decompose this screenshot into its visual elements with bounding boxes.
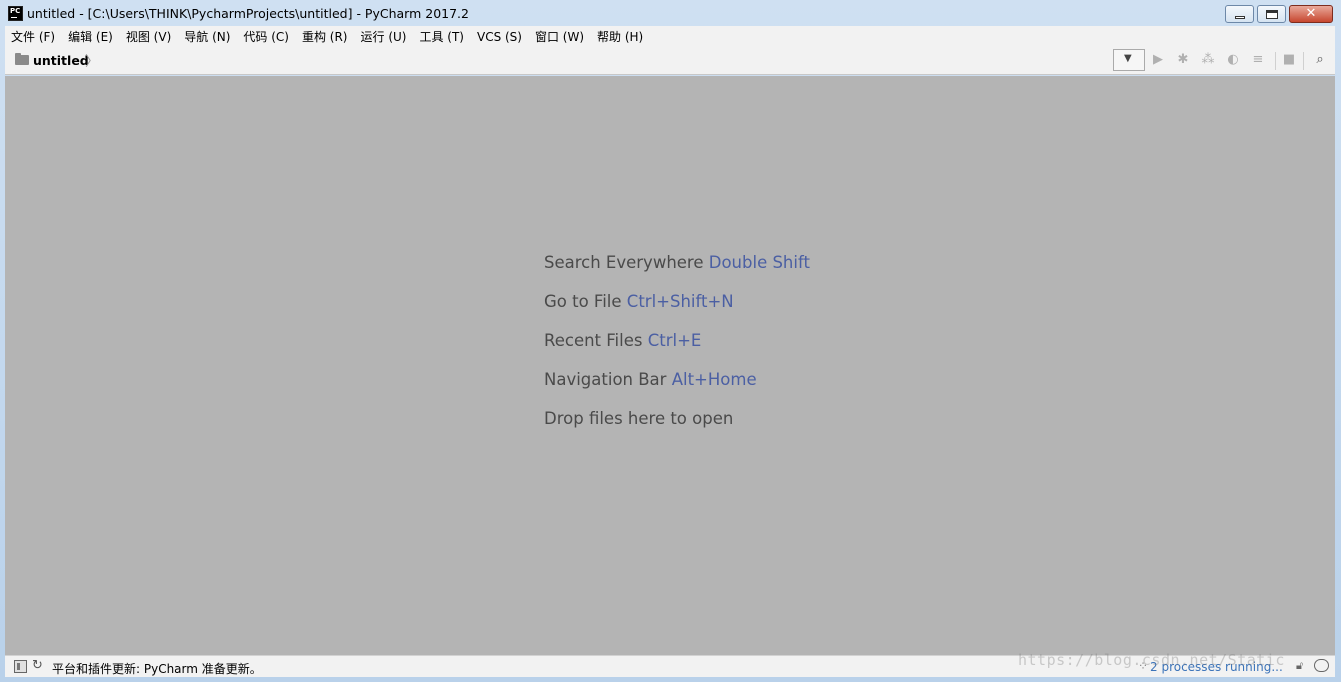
hint-text: Drop files here to open (544, 409, 734, 428)
window-title: untitled - [C:\Users\THINK\PycharmProjec… (27, 6, 469, 21)
menu-file[interactable]: 文件 (F) (11, 28, 55, 45)
navigation-bar: untitled 〉 ▼ ▶ ✱ ⁂ ◐ ≡ ■ ⌕ (5, 47, 1335, 75)
hint-text: Navigation Bar (544, 370, 667, 389)
menu-vcs[interactable]: VCS (S) (477, 30, 522, 44)
menu-window[interactable]: 窗口 (W) (535, 28, 584, 45)
hint-navigation-bar: Navigation Bar Alt+Home (544, 370, 757, 389)
watermark: https://blog.csdn.net/Static (1018, 651, 1285, 669)
hint-drop-files: Drop files here to open (544, 409, 733, 428)
folder-icon (15, 53, 29, 65)
run-configuration-dropdown[interactable]: ▼ (1113, 49, 1145, 71)
debug-icon[interactable]: ✱ (1176, 53, 1190, 67)
hint-text: Recent Files (544, 331, 643, 350)
concurrency-diagram-icon[interactable]: ≡ (1251, 53, 1265, 67)
pycharm-window: PC untitled - [C:\Users\THINK\PycharmPro… (0, 0, 1341, 682)
pycharm-logo-icon: PC (8, 6, 23, 21)
menu-run[interactable]: 运行 (U) (361, 28, 407, 45)
editor-empty-area[interactable]: Search Everywhere Double Shift Go to Fil… (5, 76, 1335, 655)
profile-icon[interactable]: ◐ (1226, 53, 1240, 67)
event-log-icon[interactable] (1314, 659, 1329, 672)
search-icon[interactable]: ⌕ (1313, 53, 1327, 67)
menu-view[interactable]: 视图 (V) (126, 28, 171, 45)
menu-navigate[interactable]: 导航 (N) (184, 28, 230, 45)
status-message[interactable]: 平台和插件更新: PyCharm 准备更新。 (52, 660, 262, 677)
close-icon: ✕ (1305, 6, 1317, 21)
chevron-down-icon: ▼ (1124, 53, 1132, 64)
minimize-icon (1235, 16, 1245, 19)
breadcrumb-chevron-icon: 〉 (85, 54, 99, 70)
hint-shortcut: Ctrl+Shift+N (626, 292, 734, 311)
breadcrumb-project[interactable]: untitled (33, 53, 89, 68)
close-button[interactable]: ✕ (1289, 5, 1333, 23)
run-with-coverage-icon[interactable]: ⁂ (1201, 53, 1215, 67)
run-icon[interactable]: ▶ (1151, 53, 1165, 67)
maximize-button[interactable] (1257, 5, 1286, 23)
stop-icon[interactable]: ■ (1282, 53, 1296, 67)
hint-text: Search Everywhere (544, 253, 704, 272)
hint-shortcut: Alt+Home (671, 370, 757, 389)
hint-text: Go to File (544, 292, 622, 311)
lock-icon[interactable]: 🔓︎ (1296, 659, 1303, 673)
toolbar-divider (1275, 52, 1276, 70)
menu-tools[interactable]: 工具 (T) (419, 28, 464, 45)
menu-refactor[interactable]: 重构 (R) (302, 28, 348, 45)
menu-bar: 文件 (F) 编辑 (E) 视图 (V) 导航 (N) 代码 (C) 重构 (R… (5, 26, 1335, 47)
hint-search-everywhere: Search Everywhere Double Shift (544, 253, 810, 272)
menu-code[interactable]: 代码 (C) (243, 28, 289, 45)
menu-edit[interactable]: 编辑 (E) (68, 28, 113, 45)
maximize-icon (1266, 10, 1278, 19)
hint-shortcut: Double Shift (708, 253, 810, 272)
hint-shortcut: Ctrl+E (647, 331, 702, 350)
toolbar-divider (1303, 52, 1304, 70)
window-controls: ✕ (1225, 5, 1333, 23)
hint-go-to-file: Go to File Ctrl+Shift+N (544, 292, 734, 311)
tool-windows-toggle-icon[interactable] (14, 660, 27, 673)
hint-recent-files: Recent Files Ctrl+E (544, 331, 701, 350)
menu-help[interactable]: 帮助 (H) (597, 28, 643, 45)
title-bar: PC untitled - [C:\Users\THINK\PycharmPro… (0, 0, 1341, 28)
minimize-button[interactable] (1225, 5, 1254, 23)
refresh-icon: ↻ (32, 658, 43, 673)
